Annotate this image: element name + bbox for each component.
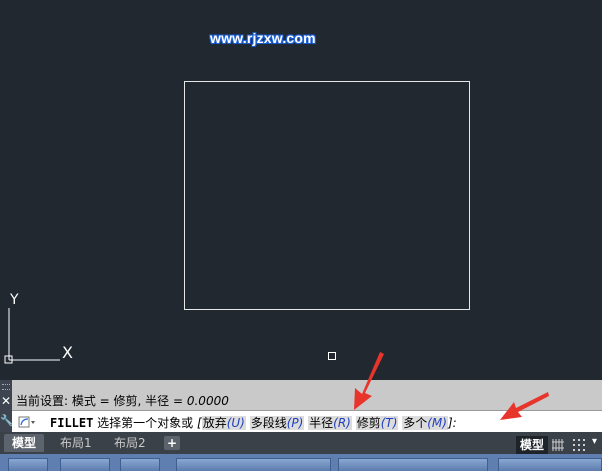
- option-trim[interactable]: 修剪(T): [355, 416, 399, 430]
- history-text: 当前设置: 模式 = 修剪, 半径 =: [16, 394, 187, 408]
- option-undo[interactable]: 放弃(U): [201, 416, 246, 430]
- taskbar-start-button[interactable]: [8, 458, 48, 471]
- option-radius[interactable]: 半径(R): [308, 416, 352, 430]
- tab-layout1[interactable]: 布局1: [52, 434, 100, 452]
- ucs-y-label: Y: [10, 292, 19, 308]
- taskbar-app-button[interactable]: [498, 458, 602, 471]
- tab-model[interactable]: 模型: [4, 434, 45, 452]
- bracket-close: ]:: [447, 416, 457, 430]
- cursor-pickbox: [328, 352, 336, 360]
- bracket-open: [: [197, 416, 202, 430]
- radius-value: 0.0000: [186, 394, 229, 408]
- close-icon[interactable]: ✕: [0, 394, 12, 408]
- tab-layout2[interactable]: 布局2: [106, 434, 154, 452]
- prompt-text: 选择第一个对象或: [93, 416, 197, 430]
- grip-icon[interactable]: [2, 384, 10, 390]
- grid-icon[interactable]: [551, 438, 565, 452]
- add-layout-button[interactable]: +: [164, 436, 180, 450]
- annotation-arrow: [500, 392, 549, 420]
- drawn-rectangle[interactable]: [184, 81, 470, 310]
- wrench-icon[interactable]: 🔧: [0, 414, 14, 428]
- snap-icon[interactable]: [572, 438, 586, 452]
- command-prompt: FILLET 选择第一个对象或 [放弃(U) 多段线(P) 半径(R) 修剪(T…: [50, 414, 457, 431]
- command-name: FILLET: [50, 416, 94, 430]
- option-polyline[interactable]: 多段线(P): [249, 416, 305, 430]
- taskbar-app-button[interactable]: [120, 458, 160, 471]
- annotation-arrow: [354, 352, 384, 410]
- command-history-line: 当前设置: 模式 = 修剪, 半径 = 0.0000: [16, 392, 229, 409]
- taskbar-app-button[interactable]: [338, 458, 488, 471]
- option-multiple[interactable]: 多个(M): [402, 416, 448, 430]
- taskbar-app-button[interactable]: [60, 458, 110, 471]
- ucs-x-label: X: [62, 343, 73, 362]
- status-more-icon[interactable]: ▾: [592, 436, 602, 454]
- command-prompt-icon[interactable]: [18, 415, 36, 429]
- status-model-button[interactable]: 模型: [516, 436, 549, 454]
- watermark-text: www.rjzxw.com: [210, 30, 316, 46]
- taskbar-app-button[interactable]: [176, 458, 331, 471]
